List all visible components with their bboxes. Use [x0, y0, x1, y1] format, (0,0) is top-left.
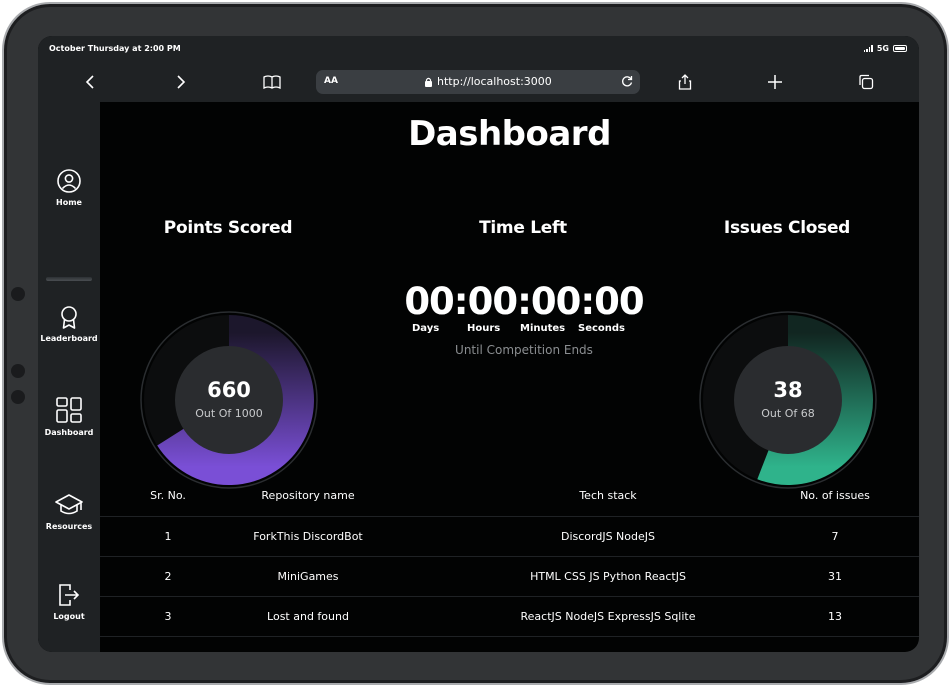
- url-text: http://localhost:3000: [437, 75, 552, 88]
- back-icon[interactable]: [83, 74, 99, 90]
- points-title: Points Scored: [163, 218, 293, 238]
- sidebar-item-logout[interactable]: Logout: [38, 582, 100, 621]
- countdown-digits: 00:00:00:00: [404, 280, 644, 323]
- countdown-timer: 00:00:00:00 Days Hours Minutes Seconds U…: [404, 280, 644, 357]
- table-row[interactable]: 3 Lost and found ReactJS NodeJS ExpressJ…: [100, 596, 919, 636]
- side-button: [11, 390, 25, 404]
- issues-gauge: 38 Out Of 68: [698, 310, 878, 490]
- bookmarks-icon[interactable]: [262, 74, 282, 90]
- award-icon: [61, 306, 77, 329]
- countdown-units: Days Hours Minutes Seconds: [404, 323, 644, 337]
- forward-icon[interactable]: [172, 74, 188, 90]
- reload-icon[interactable]: [620, 74, 634, 88]
- countdown-caption: Until Competition Ends: [455, 343, 593, 357]
- user-circle-icon: [57, 169, 81, 193]
- graduation-cap-icon: [55, 494, 83, 515]
- unit-seconds: Seconds: [578, 323, 626, 334]
- row-sr-no: 2: [164, 570, 172, 583]
- address-bar[interactable]: AA http://localhost:3000: [316, 70, 640, 94]
- row-repository-name: MiniGames: [277, 570, 339, 583]
- lock-icon: [425, 77, 432, 87]
- row-tech-stack: HTML CSS JS Python ReactJS: [530, 570, 686, 583]
- new-tab-icon[interactable]: [767, 74, 783, 90]
- row-repository-name: ForkThis DiscordBot: [253, 530, 363, 543]
- issues-title: Issues Closed: [723, 218, 851, 238]
- sidebar-item-label: Logout: [53, 612, 85, 621]
- browser-toolbar: AA http://localhost:3000: [38, 62, 919, 102]
- side-button: [11, 287, 25, 301]
- row-tech-stack: DiscordJS NodeJS: [560, 530, 655, 543]
- dashboard-main: Dashboard Points Scored Time Left Issues…: [100, 102, 919, 652]
- network-label: 5G: [876, 44, 889, 53]
- table-row[interactable]: 2 MiniGames HTML CSS JS Python ReactJS 3…: [100, 556, 919, 596]
- repositories-table: Sr. No. Repository name Tech stack No. o…: [100, 476, 919, 652]
- issues-value: 38: [773, 378, 803, 402]
- screen: October Thursday at 2:00 PM 5G AA http:/…: [38, 36, 919, 652]
- points-total: Out Of 1000: [195, 407, 263, 420]
- row-sr-no: 3: [164, 610, 172, 623]
- table-row-partial: [100, 636, 919, 652]
- sidebar-item-label: Resources: [45, 522, 93, 531]
- logout-icon: [59, 584, 80, 606]
- page-title: Dashboard: [408, 114, 611, 154]
- table-row[interactable]: 1 ForkThis DiscordBot DiscordJS NodeJS 7: [100, 516, 919, 556]
- header-repository-name: Repository name: [261, 489, 355, 502]
- unit-days: Days: [412, 323, 440, 334]
- side-button: [11, 364, 25, 378]
- share-icon[interactable]: [677, 74, 693, 90]
- unit-minutes: Minutes: [520, 323, 566, 334]
- signal-icon: [863, 45, 873, 52]
- sidebar-item-leaderboard[interactable]: Leaderboard: [38, 304, 100, 343]
- unit-hours: Hours: [467, 323, 501, 334]
- row-repository-name: Lost and found: [267, 610, 349, 623]
- table-header: Sr. No. Repository name Tech stack No. o…: [100, 476, 919, 516]
- status-bar: October Thursday at 2:00 PM 5G: [38, 36, 919, 62]
- sidebar-item-resources[interactable]: Resources: [38, 492, 100, 531]
- sidebar: Home Leaderboard Dashboard Resources Log…: [38, 102, 100, 652]
- row-issues: 13: [828, 610, 842, 623]
- reader-aa-button[interactable]: AA: [324, 76, 338, 86]
- row-issues: 7: [831, 530, 839, 543]
- dashboard-grid-icon: [56, 397, 82, 423]
- points-gauge: 660 Out Of 1000: [139, 310, 319, 490]
- header-tech-stack: Tech stack: [579, 489, 637, 502]
- sidebar-divider: [46, 277, 92, 281]
- row-tech-stack: ReactJS NodeJS ExpressJS Sqlite: [520, 610, 696, 623]
- status-time: October Thursday at 2:00 PM: [49, 44, 181, 53]
- row-issues: 31: [828, 570, 842, 583]
- header-issues: No. of issues: [800, 489, 870, 502]
- time-left-title: Time Left: [479, 218, 567, 238]
- sidebar-item-dashboard[interactable]: Dashboard: [38, 396, 100, 437]
- issues-total: Out Of 68: [761, 407, 815, 420]
- battery-icon: [893, 45, 907, 52]
- sidebar-item-home[interactable]: Home: [38, 168, 100, 207]
- header-sr-no: Sr. No.: [150, 489, 186, 502]
- sidebar-item-label: Dashboard: [44, 428, 94, 437]
- sidebar-item-label: Home: [56, 198, 82, 207]
- row-sr-no: 1: [164, 530, 172, 543]
- tabs-icon[interactable]: [858, 74, 874, 90]
- sidebar-item-label: Leaderboard: [40, 334, 98, 343]
- points-value: 660: [207, 378, 251, 402]
